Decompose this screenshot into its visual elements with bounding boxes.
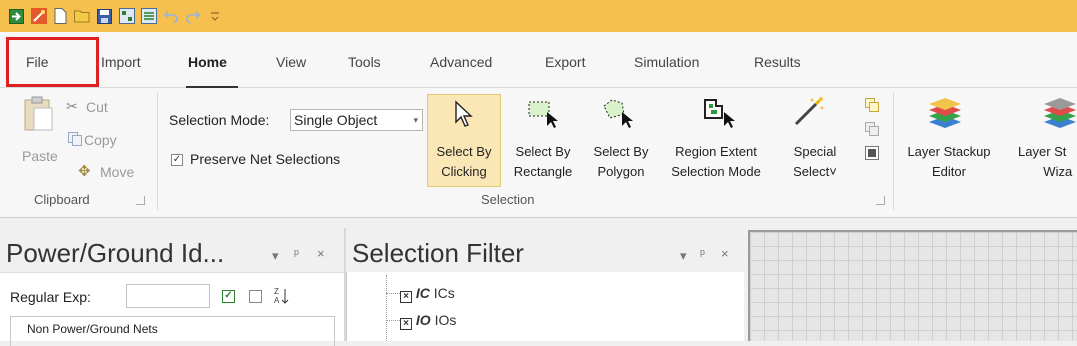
pin-icon[interactable]: ᵖ xyxy=(700,246,705,261)
new-file-icon[interactable] xyxy=(52,8,69,25)
selection-launcher-icon[interactable] xyxy=(876,196,885,205)
ios-checkbox[interactable]: × xyxy=(400,318,412,330)
ios-code: IO xyxy=(415,312,431,328)
tab-advanced[interactable]: Advanced xyxy=(430,54,492,70)
ics-checkbox[interactable]: × xyxy=(400,291,412,303)
region-extent-icon xyxy=(702,96,738,131)
customize-icon[interactable] xyxy=(206,8,223,25)
chevron-down-icon: ▾ xyxy=(413,115,418,125)
group-divider xyxy=(893,92,894,210)
tree-connector xyxy=(386,320,400,321)
copy-icon[interactable] xyxy=(68,132,82,149)
select-by-rectangle-label: Select By Rectangle xyxy=(513,144,573,179)
check-all-checkbox[interactable]: ✓ xyxy=(222,290,235,303)
layer-stackup-icon[interactable] xyxy=(925,92,965,135)
svg-text:A: A xyxy=(274,296,280,305)
close-icon[interactable]: × xyxy=(317,246,325,261)
select-polygon-icon xyxy=(602,98,636,131)
clipboard-launcher-icon[interactable] xyxy=(136,196,145,205)
undo-icon[interactable] xyxy=(162,8,179,25)
open-folder-icon[interactable] xyxy=(74,8,91,25)
ics-label: ICs xyxy=(433,285,455,301)
close-icon[interactable]: × xyxy=(721,246,729,261)
paste-icon[interactable] xyxy=(22,96,54,135)
non-power-ground-label: Non Power/Ground Nets xyxy=(24,322,161,336)
layout-canvas[interactable] xyxy=(748,230,1077,341)
tree-connector xyxy=(386,293,400,294)
special-select-icon xyxy=(792,96,826,131)
selection-filter-panel-title: Selection Filter xyxy=(352,238,524,268)
layer-stackup-wizard-label: Layer St Wiza xyxy=(1018,144,1073,179)
filter-item-ios[interactable]: × IO IOs xyxy=(400,312,456,330)
ribbon-tabs: File Import Home View Tools Advanced Exp… xyxy=(0,32,1077,89)
paste-button[interactable]: Paste xyxy=(22,148,58,164)
svg-text:Z: Z xyxy=(274,287,279,296)
move-button[interactable]: Move xyxy=(100,164,134,180)
ios-label: IOs xyxy=(434,312,457,328)
tab-import[interactable]: Import xyxy=(101,54,141,70)
copy-button[interactable]: Copy xyxy=(84,132,117,148)
move-icon[interactable]: ✥ xyxy=(78,162,91,180)
selection-mode-value: Single Object xyxy=(294,112,378,128)
ics-code: IC xyxy=(415,285,430,301)
wizard-icon[interactable] xyxy=(30,8,47,25)
panel-dropdown-icon[interactable]: ▾ xyxy=(272,248,279,264)
file-tab-highlight xyxy=(6,37,99,87)
tab-export[interactable]: Export xyxy=(545,54,585,70)
select-small-icon-2[interactable] xyxy=(865,122,879,139)
layout-icon[interactable] xyxy=(118,8,135,25)
select-rectangle-icon xyxy=(527,98,561,131)
power-ground-panel-title: Power/Ground Id... xyxy=(6,238,225,268)
preserve-net-checkbox[interactable]: ✓ xyxy=(171,154,183,166)
uncheck-all-checkbox[interactable] xyxy=(249,290,262,303)
layer-stackup-editor-label: Layer Stackup Editor xyxy=(907,144,991,179)
import-icon[interactable] xyxy=(8,8,25,25)
redo-icon[interactable] xyxy=(184,8,201,25)
cut-icon[interactable]: ✂ xyxy=(66,98,78,115)
select-small-icon-1[interactable] xyxy=(865,98,879,115)
select-by-polygon-label: Select By Polygon xyxy=(593,144,649,179)
selection-group-label: Selection xyxy=(481,192,535,207)
pin-icon[interactable]: ᵖ xyxy=(294,246,299,261)
clipboard-group-label: Clipboard xyxy=(34,192,90,207)
selection-filter-panel xyxy=(346,272,744,341)
layer-stackup-wizard-icon[interactable] xyxy=(1040,92,1077,135)
select-by-clicking-label-overlay: Select By Clicking xyxy=(436,144,492,179)
region-extent-label: Region Extent Selection Mode xyxy=(671,144,761,179)
cut-button[interactable]: Cut xyxy=(86,99,108,115)
sort-az-icon[interactable]: ZA xyxy=(274,286,290,308)
arrow-cursor-icon xyxy=(454,100,476,131)
selection-mode-select[interactable]: Single Object ▾ xyxy=(290,109,423,131)
regexp-label: Regular Exp: xyxy=(10,289,91,305)
quick-access-toolbar xyxy=(0,0,1077,32)
tab-tools[interactable]: Tools xyxy=(348,54,381,70)
layout2-icon[interactable] xyxy=(140,8,157,25)
selection-mode-label: Selection Mode: xyxy=(169,112,270,128)
tab-home[interactable]: Home xyxy=(188,54,227,70)
preserve-net-label: Preserve Net Selections xyxy=(190,151,341,167)
tab-results[interactable]: Results xyxy=(754,54,801,70)
select-small-icon-3[interactable] xyxy=(865,146,879,163)
filter-item-ics[interactable]: × IC ICs xyxy=(400,285,455,303)
save-icon[interactable] xyxy=(96,8,113,25)
panel-dropdown-icon[interactable]: ▾ xyxy=(680,248,687,264)
tab-simulation[interactable]: Simulation xyxy=(634,54,699,70)
regexp-input[interactable] xyxy=(126,284,210,308)
tree-connector xyxy=(386,275,387,341)
tab-view[interactable]: View xyxy=(276,54,306,70)
group-divider xyxy=(157,92,158,210)
special-select-label: Special Select˅ xyxy=(793,144,837,179)
